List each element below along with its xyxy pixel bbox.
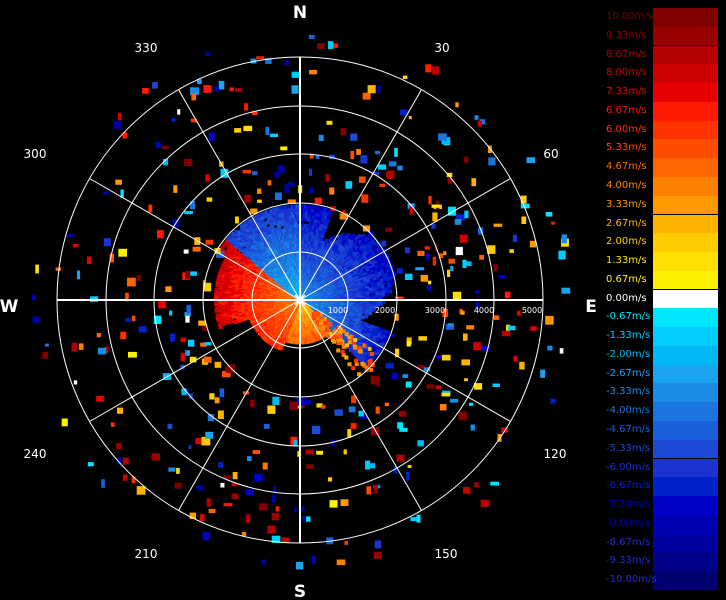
echo-cell (364, 314, 368, 319)
echo-cell (367, 311, 372, 316)
echo-cell (295, 204, 300, 209)
echo-cell (248, 218, 253, 223)
echo-cell (214, 288, 219, 293)
echo-cell (372, 241, 377, 246)
radar-display: N E S W 30 60 120 150 210 240 300 330 10… (0, 3, 597, 600)
echo-cell (385, 292, 389, 297)
echo-cell (360, 315, 365, 320)
echo-cell (233, 229, 238, 234)
echo-cell (374, 351, 379, 356)
echo-cell (215, 313, 220, 318)
echo-cell (324, 238, 329, 243)
